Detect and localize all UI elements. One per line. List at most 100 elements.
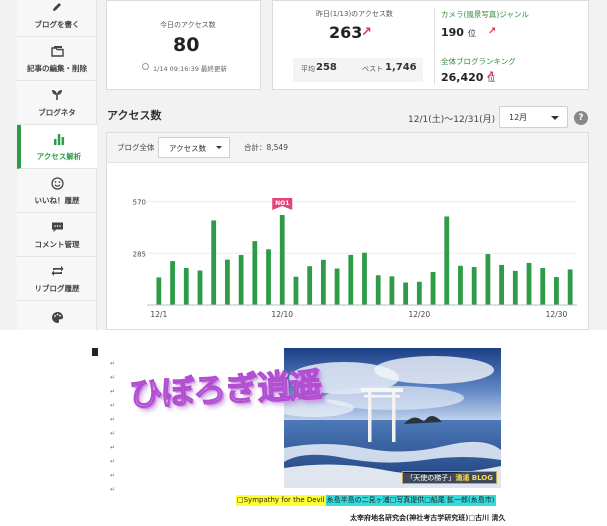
best-label: ベスト	[362, 65, 384, 73]
bar-day-30[interactable]	[554, 277, 559, 305]
bar-day-26[interactable]	[499, 264, 504, 305]
bar-day-7[interactable]	[238, 254, 244, 305]
last-updated-text: 1/14 09:16:39 最終更新	[153, 65, 227, 73]
word-art-title[interactable]: ひぼろぎ逍遥	[128, 358, 323, 416]
bar-day-25[interactable]	[485, 254, 491, 305]
chevron-down-icon	[216, 146, 222, 149]
date-range: 12/1(土)〜12/31(月)	[408, 115, 496, 125]
chart-toolbar: ブログ全体 アクセス数 合計：8,549	[107, 133, 588, 163]
link-line: □Sympathy for the Devil 糸島半島の二見ヶ浦□写真提供□船尾…	[236, 495, 496, 506]
month-select[interactable]: 12月	[499, 106, 568, 128]
bar-day-4[interactable]	[197, 270, 203, 305]
bar-day-11[interactable]	[293, 276, 299, 305]
today-access-value: 80	[173, 34, 200, 56]
sidebar-item-edit-articles[interactable]: 記事の編集・削除	[17, 37, 97, 81]
metric-select[interactable]: アクセス数	[158, 137, 230, 158]
bar-day-17[interactable]	[375, 275, 381, 305]
bar-day-8[interactable]	[252, 241, 258, 305]
avg-label: 平均	[301, 65, 315, 73]
author-credit: 太宰府地名研究会(神社考古学研究班)□古川 清久	[350, 514, 506, 522]
bar-day-6[interactable]	[225, 259, 230, 305]
sidebar-item-label: リブログ履歴	[34, 284, 80, 293]
x-tick-label: 12/20	[409, 310, 431, 319]
palette-icon	[49, 309, 65, 325]
bar-day-22[interactable]	[444, 216, 450, 305]
month-select-value: 12月	[509, 113, 528, 122]
access-chart-panel: ブログ全体 アクセス数 合計：8,549 285 570 12/1 12/10 12/2…	[106, 132, 589, 330]
clock-icon	[142, 63, 149, 70]
bar-chart-icon	[51, 131, 67, 147]
y-tick-label: 570	[133, 199, 146, 207]
bar-day-31[interactable]	[567, 269, 573, 305]
sidebar-item-label: 記事の編集・削除	[27, 64, 87, 73]
help-button[interactable]: ?	[574, 111, 588, 125]
sidebar-item-like-history[interactable]: いいね！履歴	[17, 169, 97, 213]
bar-day-21[interactable]	[430, 271, 436, 305]
sidebar-item-comment-management[interactable]: コメント管理	[17, 213, 97, 257]
bar-day-28[interactable]	[526, 262, 532, 305]
bar-day-29[interactable]	[540, 267, 546, 305]
bar-day-13[interactable]	[320, 259, 326, 305]
y-tick-label: 285	[133, 250, 146, 258]
paragraph-mark-icon: ↵	[110, 402, 116, 409]
sympathy-link[interactable]: □Sympathy for the Devil	[236, 495, 326, 506]
bar-day-19[interactable]	[403, 282, 409, 305]
bar-day-2[interactable]	[170, 261, 175, 305]
bar-day-5[interactable]	[211, 220, 217, 305]
x-tick-label: 12/10	[271, 310, 293, 319]
no1-badge-label: NO1	[275, 200, 289, 207]
sidebar-item-design[interactable]	[17, 301, 97, 330]
trend-up-icon: ↗	[361, 25, 372, 40]
bar-day-16[interactable]	[362, 252, 367, 305]
comment-icon	[49, 219, 65, 235]
bar-day-1[interactable]	[156, 277, 162, 305]
paragraph-mark-icon: ↵	[110, 458, 116, 465]
bar-day-20[interactable]	[416, 281, 422, 305]
best-value: 1,746	[385, 62, 417, 73]
bar-day-24[interactable]	[471, 267, 477, 305]
chevron-down-icon	[551, 116, 559, 120]
screenshot-root: ブログを書く 記事の編集・削除 ブログネタ アクセス解析 いいね！履歴 コメント…	[0, 0, 607, 526]
sidebar-item-access-analysis[interactable]: アクセス解析	[17, 125, 97, 169]
pencil-icon	[49, 0, 65, 15]
sidebar-item-label: アクセス解析	[36, 152, 82, 161]
bar-day-23[interactable]	[458, 265, 463, 305]
total-access: 合計：8,549	[244, 143, 288, 152]
sidebar-item-reblog-history[interactable]: リブログ履歴	[17, 257, 97, 301]
bar-day-9[interactable]	[266, 249, 271, 305]
overall-ranking-label[interactable]: 全体ブログランキング	[441, 56, 516, 67]
paragraph-mark-icon: ↵	[110, 416, 116, 423]
paragraph-mark-icon: ↵	[110, 486, 116, 493]
paragraph-mark-icon: ↵	[110, 472, 116, 479]
reblog-icon	[49, 263, 65, 279]
genre-ranking-label[interactable]: カメラ(風景写真)ジャンル	[441, 9, 529, 20]
access-bar-chart: 285 570 12/1 12/10 12/20 12/30 NO1	[133, 198, 577, 319]
paragraph-mark-icon: ↵	[110, 388, 116, 395]
sidebar: ブログを書く 記事の編集・削除 ブログネタ アクセス解析 いいね！履歴 コメント…	[17, 0, 97, 330]
sidebar-item-label: ブログを書く	[34, 20, 80, 29]
access-section-title: アクセス数	[107, 109, 162, 122]
yesterday-access-card: 昨日(1/13)のアクセス数 263 ↗ 平均 258 ベスト 1,746 カメ…	[272, 0, 589, 90]
sidebar-item-write-blog[interactable]: ブログを書く	[17, 0, 97, 37]
sidebar-item-label: ブログネタ	[38, 108, 76, 117]
today-access-label: 今日のアクセス数	[160, 21, 216, 29]
paragraph-mark-icon: ↵	[110, 374, 116, 381]
sidebar-item-blog-neta[interactable]: ブログネタ	[17, 81, 97, 125]
bar-day-27[interactable]	[512, 270, 518, 305]
bar-day-3[interactable]	[183, 267, 189, 305]
smiley-icon	[49, 175, 65, 191]
x-tick-label: 12/30	[546, 310, 568, 319]
x-tick-label: 12/1	[150, 310, 167, 319]
bar-day-15[interactable]	[348, 254, 354, 305]
bar-day-12[interactable]	[307, 266, 313, 305]
card-divider	[434, 7, 435, 85]
sidebar-item-label: いいね！履歴	[34, 196, 80, 205]
sprout-icon	[49, 87, 65, 103]
document-page: ↵ ↵ ↵ ↵ ↵ ↵ ↵ ↵ ↵ ↵ 「天使の梯子」涌浦 BLOG ひぼろぎ逍…	[0, 330, 607, 526]
photo-credit-link[interactable]: 糸島半島の二見ヶ浦□写真提供□船尾 鉱一郎(糸島市)	[325, 495, 496, 506]
metric-select-value: アクセス数	[169, 144, 207, 153]
avg-best-box: 平均 258 ベスト 1,746	[293, 58, 423, 82]
bar-day-14[interactable]	[334, 268, 340, 305]
bar-day-18[interactable]	[389, 276, 395, 305]
bar-day-10[interactable]	[279, 215, 285, 305]
